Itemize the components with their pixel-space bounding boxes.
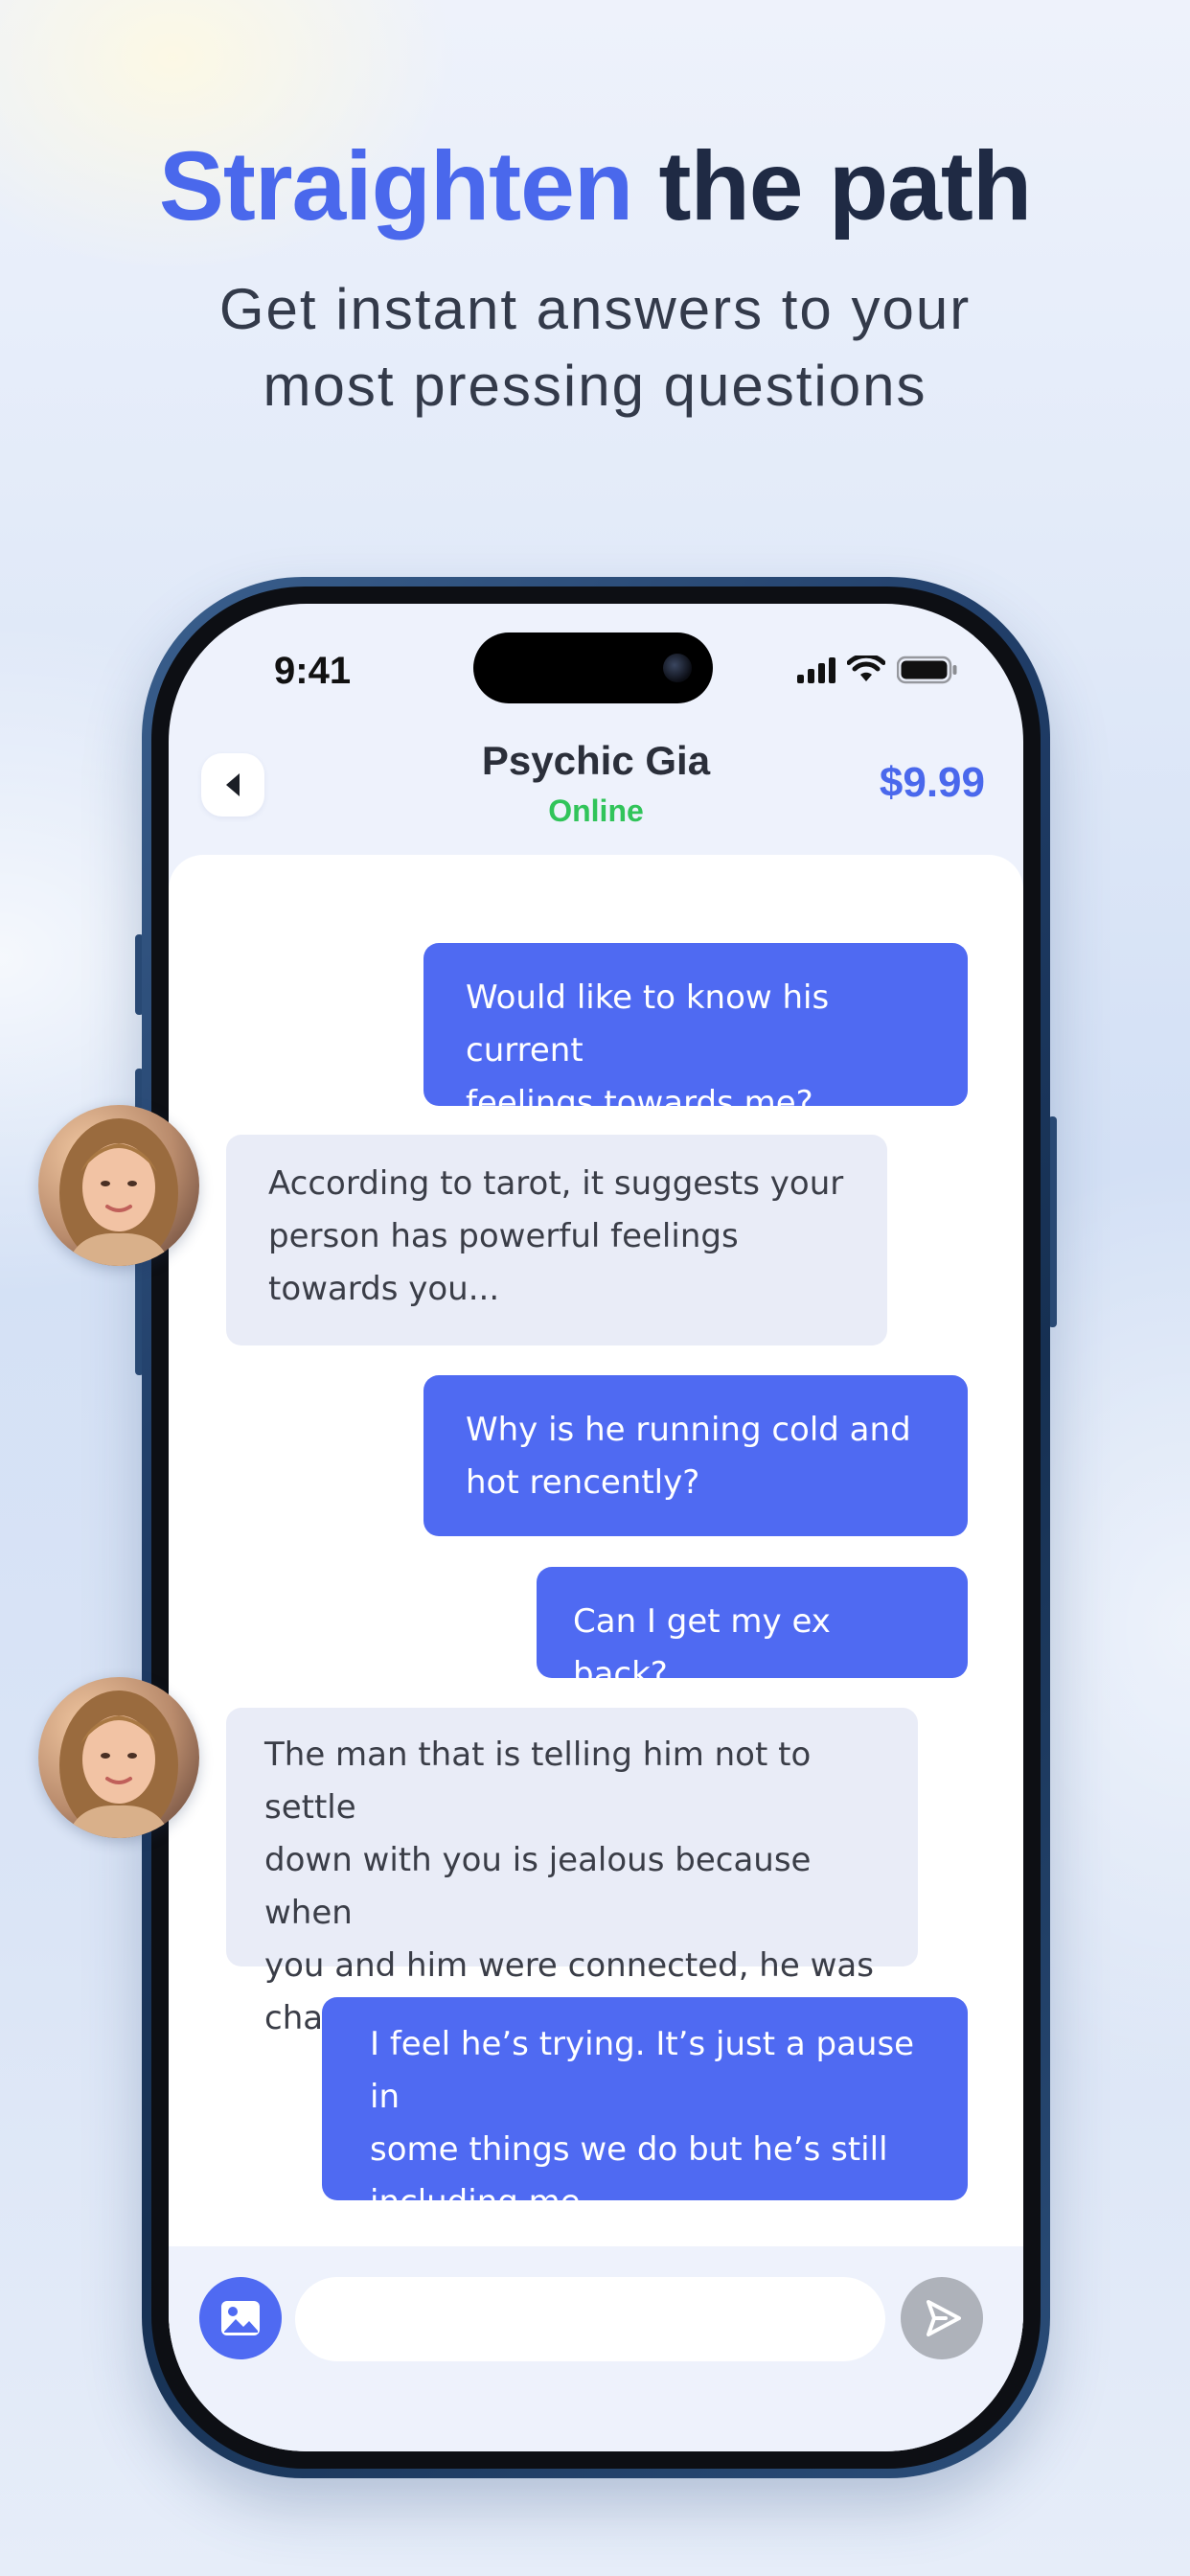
send-icon (927, 2300, 961, 2336)
message-bubble-user: I feel he’s trying. It’s just a pause in… (322, 1997, 968, 2221)
message-line: Why is he running cold and (466, 1411, 911, 1449)
message-bubble-psychic: According to tarot, it suggests your per… (226, 1135, 887, 1346)
message-line: towards you... (268, 1270, 500, 1308)
headline-accent: Straighten (158, 131, 633, 241)
message-line: you and him were connected, he was (264, 1946, 874, 1985)
psychic-avatar[interactable] (38, 1105, 199, 1266)
message-line: The man that is telling him not to settl… (264, 1736, 812, 1827)
message-bubble-psychic: The man that is telling him not to settl… (226, 1708, 918, 2037)
message-composer (169, 2246, 1023, 2451)
front-camera (663, 654, 692, 682)
cellular-signal-icon (797, 656, 835, 683)
attach-image-button[interactable] (199, 2277, 282, 2359)
image-icon (221, 2301, 260, 2335)
chat-messages[interactable]: Would like to know his current feelings … (169, 855, 1023, 2340)
price-label[interactable]: $9.99 (880, 759, 985, 807)
subtitle-line-1: Get instant answers to your (218, 277, 972, 341)
message-line: person has powerful feelings (268, 1217, 739, 1255)
promo-headline: Straighten the path (0, 132, 1190, 240)
status-icons (797, 654, 958, 686)
psychic-portrait (38, 1105, 199, 1266)
message-bubble-user: Would like to know his current feelings … (423, 943, 968, 1122)
message-line: According to tarot, it suggests your (268, 1164, 844, 1203)
message-line: Can I get my ex back? (573, 1602, 831, 1693)
subtitle-line-2: most pressing questions (263, 354, 927, 418)
phone-screen: 9:41 Psychic Gia Online $9.99 Would like… (169, 604, 1023, 2451)
message-line: feelings towards me? (466, 1084, 813, 1122)
psychic-portrait (38, 1677, 199, 1838)
message-input[interactable] (295, 2277, 885, 2361)
message-line: down with you is jealous because when (264, 1841, 812, 1932)
message-line: some things we do but he’s still (370, 2130, 888, 2169)
message-bubble-user: Why is he running cold and hot rencently… (423, 1375, 968, 1536)
wifi-icon (847, 656, 885, 681)
message-line: I feel he’s trying. It’s just a pause in (370, 2025, 915, 2116)
battery-icon (897, 656, 957, 684)
message-line: Would like to know his current (466, 978, 830, 1070)
message-line: hot rencently? (466, 1463, 700, 1502)
send-button[interactable] (901, 2277, 983, 2359)
message-bubble-user: Can I get my ex back? (537, 1567, 968, 1693)
psychic-avatar[interactable] (38, 1677, 199, 1838)
headline-rest: the path (632, 131, 1033, 241)
promo-subtitle: Get instant answers to your most pressin… (0, 271, 1190, 425)
status-time: 9:41 (274, 650, 352, 692)
dynamic-island (473, 632, 713, 703)
message-line: including me (370, 2183, 581, 2221)
